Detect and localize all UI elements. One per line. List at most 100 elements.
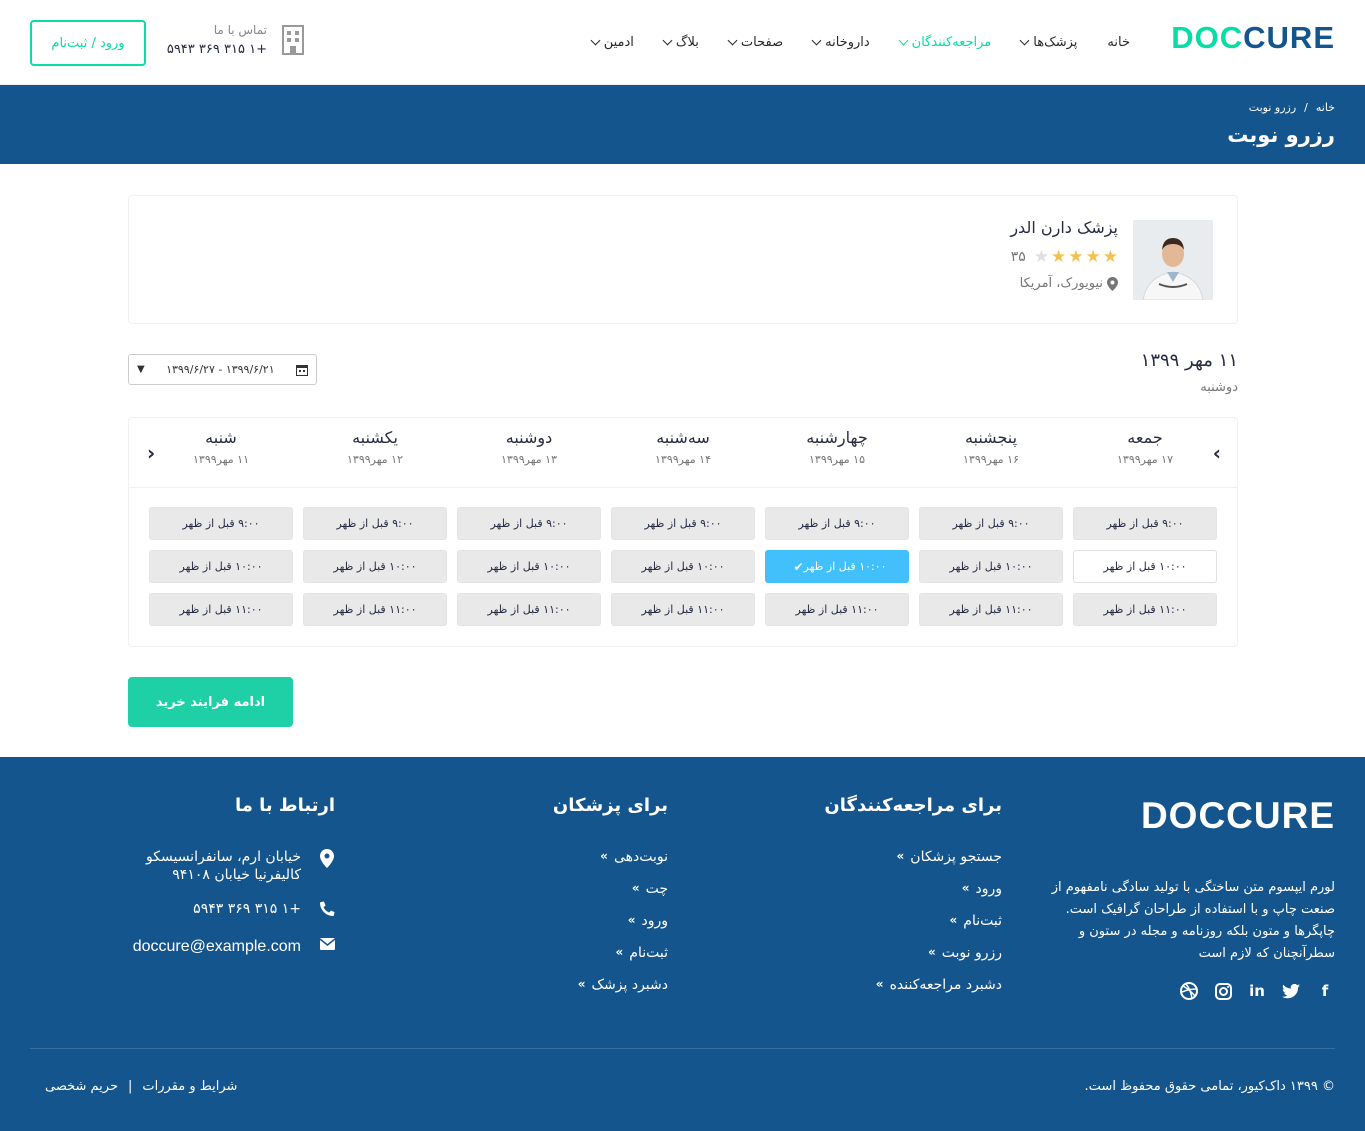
time-slot-label: ۱۱:۰۰ قبل از ظهر [179,603,263,616]
dribbble-icon[interactable] [1179,981,1199,1001]
footer-address: خیابان ارم، سانفرانسیسکو کالیفرنیا خیابان… [130,849,335,883]
footer-link[interactable]: ثبت‌نام » [872,913,1002,945]
footer-doctors-title: برای پزشکان [552,795,668,816]
footer-link[interactable]: دشبرد پزشک » [574,977,668,1009]
nav-item-3[interactable]: داروخانه [811,35,870,50]
star-icon: ★ [1102,247,1118,267]
time-slot[interactable]: ۱۰:۰۰ قبل از ظهر [303,550,447,583]
date-range-picker[interactable]: ▼ ۱۳۹۹/۶/۲۱ - ۱۳۹۹/۶/۲۷ [128,354,317,385]
footer-link-label: نوبت‌دهی [613,849,668,865]
breadcrumb-home[interactable]: خانه [1316,101,1335,114]
footer-link-label: دشبرد مراجعه‌کننده [889,977,1002,993]
site-footer: DOCCURE لورم ایپسوم متن ساختگی با تولید … [0,757,1365,1131]
nav-item-label: مراجعه‌کنندگان [911,34,992,50]
time-slot[interactable]: ۹:۰۰ قبل از ظهر [1073,507,1217,540]
schedule-header: › ‹ جمعه ۱۷ مهر۱۳۹۹ پنجشنبه ۱۶ مهر۱۳۹۹ چهارش… [129,418,1237,488]
footer-link[interactable]: جستجو پزشکان » [872,849,1002,881]
time-slot[interactable]: ۹:۰۰ قبل از ظهر [303,507,447,540]
nav-item-5[interactable]: بلاگ [662,35,699,50]
time-slot[interactable]: ۱۰:۰۰ قبل از ظهر [611,550,755,583]
time-slot-label: ۱۰:۰۰ قبل از ظهر [641,560,725,573]
doctor-card: پزشک دارن الدر ★ ★ ★ ★ ★ ۳۵ نیویورک، آمریکا [128,195,1238,324]
nav-item-0[interactable]: خانه [1107,35,1130,50]
star-icon: ★ [1051,247,1067,267]
nav-item-label: صفحات [740,34,784,50]
doctor-location-text: نیویورک، آمریکا [1019,276,1103,291]
terms-link[interactable]: شرایط و مقررات [142,1079,237,1094]
footer-email-text[interactable]: doccure@example.com [133,938,301,956]
time-slot-label: ۱۱:۰۰ قبل از ظهر [487,603,571,616]
time-slot[interactable]: ۱۱:۰۰ قبل از ظهر [611,593,755,626]
time-slot-label: ۱۱:۰۰ قبل از ظهر [1103,603,1187,616]
time-slot[interactable]: ۱۱:۰۰ قبل از ظهر [303,593,447,626]
footer-link-label: دشبرد پزشک [591,977,668,993]
footer-phone-text: +۱ ۳۱۵ ۳۶۹ ۵۹۴۳ [193,901,301,917]
breadcrumb-current: رزرو نوبت [1248,101,1297,114]
footer-link[interactable]: دشبرد مراجعه‌کننده » [872,977,1002,1009]
footer-link[interactable]: نوبت‌دهی » [574,849,668,881]
proceed-to-pay-button[interactable]: ادامه فرایند خرید [128,677,293,727]
nav-item-2[interactable]: مراجعه‌کنندگان [898,34,992,50]
time-slot[interactable]: ۱۰:۰۰ قبل از ظهر [457,550,601,583]
time-slot[interactable]: ۹:۰۰ قبل از ظهر [919,507,1063,540]
time-slot[interactable]: ۱۱:۰۰ قبل از ظهر [765,593,909,626]
contact-label: تماس با ما [213,23,267,37]
chevron-down-icon: ▼ [137,364,145,375]
time-slot[interactable]: ۱۰:۰۰ قبل از ظهر [149,550,293,583]
login-register-button[interactable]: ورود / ثبت‌نام [30,20,146,66]
nav-item-6[interactable]: ادمین [590,35,634,50]
time-slot-label: ۹:۰۰ قبل از ظهر [798,517,876,530]
time-slot[interactable]: ۱۱:۰۰ قبل از ظهر [457,593,601,626]
envelope-icon [319,938,335,954]
doctor-avatar[interactable] [1133,220,1213,300]
calendar-icon [295,364,308,376]
privacy-link[interactable]: حریم شخصی [45,1079,118,1094]
doctor-name[interactable]: پزشک دارن الدر [1010,218,1118,237]
footer-link[interactable]: ورود » [574,913,668,945]
time-slot[interactable]: ۱۱:۰۰ قبل از ظهر [149,593,293,626]
footer-link[interactable]: چت » [574,881,668,913]
day-header: یکشنبه ۱۲ مهر۱۳۹۹ [305,428,445,466]
time-slot[interactable]: ۱۱:۰۰ قبل از ظهر [1073,593,1217,626]
chevron-down-icon [590,35,601,45]
time-slot[interactable]: ۱۱:۰۰ قبل از ظهر [919,593,1063,626]
page-title: رزرو نوبت [1227,123,1335,147]
site-logo[interactable]: DOCCURE [1171,20,1335,56]
footer-phone: +۱ ۳۱۵ ۳۶۹ ۵۹۴۳ [130,901,335,920]
breadcrumb: خانه / رزرو نوبت [1249,101,1335,114]
time-slot[interactable]: ۹:۰۰ قبل از ظهر [765,507,909,540]
time-slot-label: ۹:۰۰ قبل از ظهر [1106,517,1184,530]
double-angle-icon: » [577,977,586,991]
footer-link[interactable]: رزرو نوبت » [872,945,1002,977]
day-name: سه‌شنبه [656,428,710,447]
footer-link[interactable]: ثبت‌نام » [574,945,668,977]
facebook-icon[interactable]: f [1315,981,1335,1001]
time-slot-label: ۹:۰۰ قبل از ظهر [336,517,414,530]
twitter-icon[interactable] [1281,981,1301,1001]
footer-link[interactable]: ورود » [872,881,1002,913]
time-slot-label: ۱۱:۰۰ قبل از ظهر [333,603,417,616]
time-slot[interactable]: ۹:۰۰ قبل از ظهر [457,507,601,540]
double-angle-icon: » [631,881,640,895]
chevron-down-icon [727,35,738,45]
footer-link-label: جستجو پزشکان [910,849,1002,865]
double-angle-icon: » [875,977,884,991]
nav-item-label: خانه [1107,34,1130,50]
time-slot[interactable]: ۱۰:۰۰ قبل از ظهر [1073,550,1217,583]
time-slot[interactable]: ۹:۰۰ قبل از ظهر [611,507,755,540]
time-slot[interactable]: ۱۰:۰۰ قبل از ظهر [919,550,1063,583]
nav-item-4[interactable]: صفحات [727,34,784,50]
footer-link-label: ورود [975,881,1002,897]
footer-logo[interactable]: DOCCURE [1141,795,1335,837]
nav-item-1[interactable]: پزشک‌ها [1019,35,1077,50]
linkedin-icon[interactable]: in [1247,981,1267,1001]
double-angle-icon: » [949,913,958,927]
footer-link-label: رزرو نوبت [941,945,1002,961]
day-date: ۱۷ مهر۱۳۹۹ [1117,453,1173,466]
time-slot-selected[interactable]: ۱۰:۰۰ قبل از ظهر ✔ [765,550,909,583]
time-slot[interactable]: ۹:۰۰ قبل از ظهر [149,507,293,540]
footer-legal-links: شرایط و مقررات | حریم شخصی [45,1079,237,1094]
copyright-text: © ۱۳۹۹ داک‌کیور، تمامی حقوق محفوظ است. [1084,1079,1335,1094]
instagram-icon[interactable] [1213,981,1233,1001]
chevron-down-icon [898,35,909,45]
